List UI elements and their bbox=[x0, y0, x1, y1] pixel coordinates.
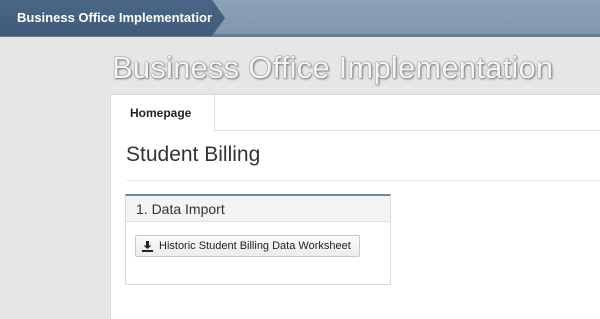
tab-label: Homepage bbox=[130, 106, 192, 120]
section-title: Student Billing bbox=[126, 143, 261, 166]
breadcrumb-arrow bbox=[212, 0, 225, 36]
card-title: 1. Data Import bbox=[136, 201, 225, 217]
breadcrumb-bar: Business Office Implementation bbox=[0, 0, 600, 37]
page-title: Business Office Implementation bbox=[112, 50, 554, 85]
card-header: 1. Data Import bbox=[126, 196, 390, 222]
page: Business Office Implementation Business … bbox=[0, 0, 600, 319]
tab-bar: Homepage bbox=[111, 95, 600, 131]
download-icon bbox=[142, 240, 153, 252]
content-panel: Homepage Student Billing 1. Data Import … bbox=[110, 94, 600, 319]
breadcrumb-label: Business Office Implementation bbox=[17, 10, 215, 25]
data-import-card: 1. Data Import Historic Student Billing … bbox=[125, 194, 391, 285]
breadcrumb-item-current[interactable]: Business Office Implementation bbox=[0, 0, 215, 36]
historic-billing-worksheet-button[interactable]: Historic Student Billing Data Worksheet bbox=[135, 235, 360, 257]
button-label: Historic Student Billing Data Worksheet bbox=[159, 240, 351, 252]
tab-homepage[interactable]: Homepage bbox=[111, 95, 215, 131]
section-divider bbox=[126, 180, 600, 181]
